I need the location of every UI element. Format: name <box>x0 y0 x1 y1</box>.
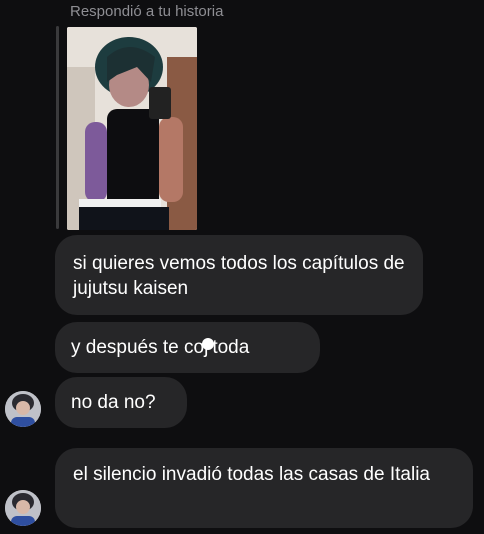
message-bubble: el silencio invadió todas las casas de I… <box>55 448 473 528</box>
reply-header: Respondió a tu historia <box>70 3 224 20</box>
story-reply-bar <box>56 26 59 229</box>
message-bubble: no da no? <box>55 377 187 428</box>
message-text: el silencio invadió todas las casas de I… <box>73 464 430 485</box>
story-photo <box>67 27 197 230</box>
avatar[interactable] <box>5 391 41 427</box>
story-thumbnail[interactable] <box>67 27 197 230</box>
avatar-image <box>5 490 41 526</box>
avatar-image <box>5 391 41 427</box>
message-bubble: si quieres vemos todos los capítulos de … <box>55 235 423 315</box>
message-text-start: y después te coj <box>71 337 209 358</box>
message-text: no da no? <box>71 392 156 413</box>
avatar[interactable] <box>5 490 41 526</box>
message-text: si quieres vemos todos los capítulos de … <box>73 253 405 299</box>
message-text-end: toda <box>212 337 250 358</box>
message-bubble: y después te coj toda <box>55 322 320 373</box>
